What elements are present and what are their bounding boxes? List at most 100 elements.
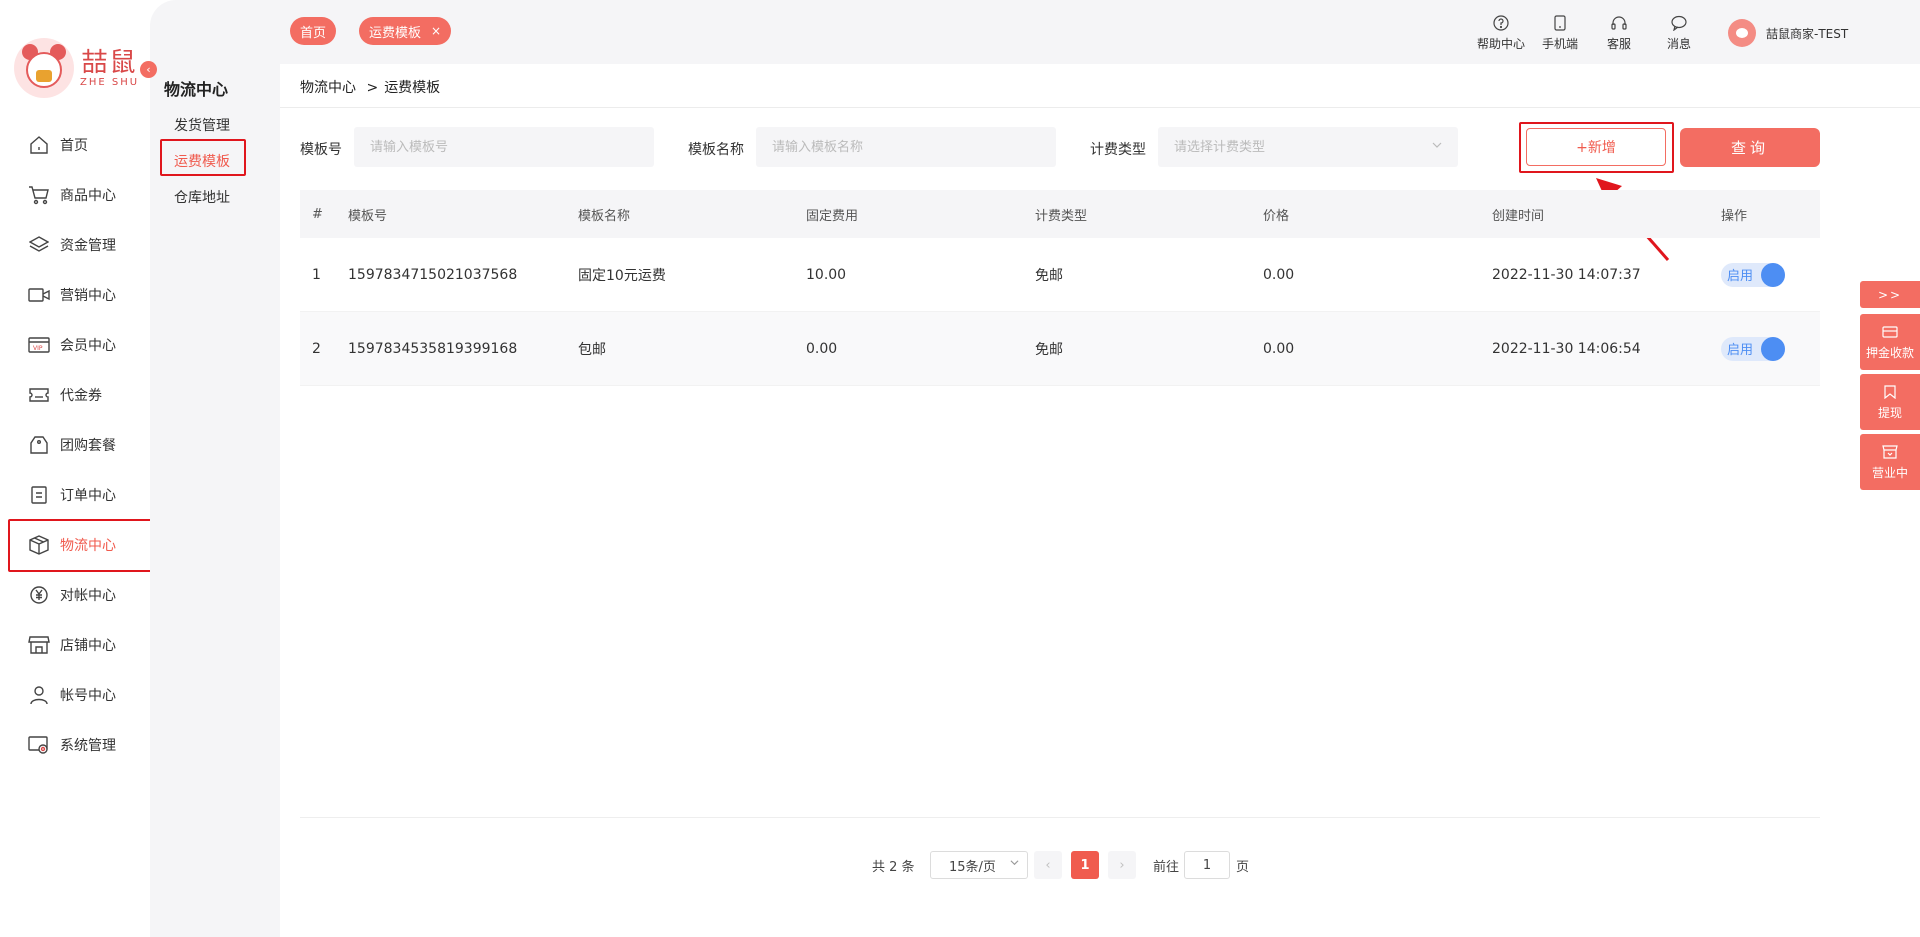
business-status-button[interactable]: 营业中: [1860, 434, 1920, 490]
toggle-knob: [1761, 336, 1785, 361]
table-bottom-border: [300, 817, 1820, 818]
menu-item-label: 代金券: [60, 388, 102, 404]
cell-fixed-fee: 0.00: [806, 340, 838, 357]
status-toggle[interactable]: 启用: [1721, 262, 1785, 287]
menu-item-orders[interactable]: 订单中心: [0, 470, 150, 520]
tool-label: 消息: [1667, 37, 1692, 51]
float-item-label: 押金收款: [1865, 345, 1914, 360]
menu-item-reconcile[interactable]: 对帐中心: [0, 570, 150, 620]
user-menu[interactable]: 喆鼠商家-TEST: [1728, 19, 1848, 47]
subnav-item-warehouse[interactable]: 仓库地址: [174, 187, 230, 207]
message-icon: [1670, 14, 1688, 32]
menu-item-members[interactable]: VIP 会员中心: [0, 320, 150, 370]
chevron-left-icon: ‹: [1045, 857, 1051, 873]
breadcrumb-separator: >: [366, 80, 379, 96]
menu-item-group-buy[interactable]: 团购套餐: [0, 420, 150, 470]
video-icon: [28, 284, 50, 306]
help-icon: [1492, 14, 1510, 32]
chevron-down-icon: [1432, 140, 1442, 150]
menu-item-home[interactable]: 首页: [0, 120, 150, 170]
close-icon[interactable]: ×: [431, 24, 441, 38]
highlight-box-add: [1519, 122, 1674, 173]
logo-subtitle: ZHE SHU: [80, 76, 140, 88]
shop-open-icon: [1882, 444, 1898, 460]
query-button[interactable]: 查询: [1680, 128, 1820, 167]
order-icon: [28, 484, 50, 506]
goto-page-input[interactable]: 1: [1184, 851, 1230, 879]
cell-billing-type: 免邮: [1035, 341, 1063, 358]
cell-created-time: 2022-11-30 14:06:54: [1492, 340, 1641, 357]
menu-item-label: 资金管理: [60, 238, 116, 254]
breadcrumb-parent[interactable]: 物流中心: [300, 80, 356, 96]
mouse-logo-icon: [14, 38, 74, 98]
headset-icon: [1610, 14, 1628, 32]
pagination-total: 共 2 条: [872, 859, 915, 875]
menu-item-label: 帐号中心: [60, 688, 116, 704]
breadcrumb-current: 运费模板: [384, 80, 441, 96]
page-size-select[interactable]: 15条/页: [930, 851, 1028, 879]
user-name: 喆鼠商家-TEST: [1766, 26, 1849, 41]
template-no-input[interactable]: [354, 127, 654, 167]
phone-icon: [1551, 14, 1569, 32]
float-item-label: 营业中: [1871, 465, 1908, 480]
cell-template-no: 1597834715021037568: [348, 266, 518, 283]
menu-item-vouchers[interactable]: 代金券: [0, 370, 150, 420]
menu-item-products[interactable]: 商品中心: [0, 170, 150, 220]
float-item-label: 提现: [1877, 405, 1902, 420]
tab-label: 运费模板: [369, 25, 422, 41]
collapse-sidebar-button[interactable]: ‹: [140, 61, 157, 78]
help-center-button[interactable]: 帮助中心: [1477, 14, 1525, 52]
template-name-label: 模板名称: [688, 142, 744, 158]
menu-item-marketing[interactable]: 营销中心: [0, 270, 150, 320]
highlight-box-logistics: [8, 519, 152, 572]
menu-item-label: 系统管理: [60, 738, 116, 754]
menu-item-account[interactable]: 帐号中心: [0, 670, 150, 720]
ticket-icon: [28, 384, 50, 406]
user-icon: [28, 684, 50, 706]
top-bar: 首页 运费模板 × 帮助中心 手机端 客服 消息: [280, 0, 1920, 64]
cart-icon: [28, 184, 50, 206]
menu-item-system[interactable]: 系统管理: [0, 720, 150, 770]
column-header: 创建时间: [1492, 208, 1545, 224]
template-name-input[interactable]: [756, 127, 1056, 167]
page-button-1[interactable]: 1: [1071, 851, 1099, 879]
menu-item-funds[interactable]: 资金管理: [0, 220, 150, 270]
table-row: 2 1597834535819399168 包邮 0.00 免邮 0.00 20…: [300, 312, 1820, 386]
deposit-collection-button[interactable]: 押金收款: [1860, 314, 1920, 370]
float-panel-toggle[interactable]: >>: [1860, 281, 1920, 308]
cell-template-no: 1597834535819399168: [348, 340, 518, 357]
column-header: 计费类型: [1035, 208, 1088, 224]
svg-text:VIP: VIP: [33, 345, 43, 352]
cell-created-time: 2022-11-30 14:07:37: [1492, 266, 1641, 283]
sub-sidebar: 物流中心 发货管理 运费模板 仓库地址: [150, 0, 280, 937]
tool-label: 手机端: [1542, 37, 1579, 51]
status-toggle[interactable]: 启用: [1721, 336, 1785, 361]
column-header: 模板名称: [578, 208, 631, 224]
billing-type-select[interactable]: [1158, 127, 1458, 167]
yuan-icon: [28, 584, 50, 606]
subnav-item-shipping[interactable]: 发货管理: [174, 115, 230, 135]
menu-item-store[interactable]: 店铺中心: [0, 620, 150, 670]
store-icon: [28, 634, 50, 656]
messages-button[interactable]: 消息: [1667, 14, 1691, 52]
next-page-button[interactable]: ›: [1108, 851, 1136, 879]
column-header: #: [312, 206, 323, 222]
cell-price: 0.00: [1263, 340, 1295, 357]
prev-page-button[interactable]: ‹: [1034, 851, 1062, 879]
chevron-down-icon: [1010, 858, 1019, 870]
customer-service-button[interactable]: 客服: [1607, 14, 1631, 52]
main-sidebar: 喆鼠 ZHE SHU 首页 商品中心 资金管理 营销中心 VIP 会员中心 代金…: [0, 0, 152, 937]
cell-template-name: 包邮: [578, 341, 606, 358]
tab-home[interactable]: 首页: [290, 17, 337, 45]
toggle-label: 启用: [1727, 269, 1754, 284]
mobile-button[interactable]: 手机端: [1542, 14, 1578, 52]
page-size-value: 15条/页: [949, 859, 996, 875]
subnav-title: 物流中心: [164, 80, 229, 99]
breadcrumb: 物流中心 > 运费模板: [300, 77, 440, 97]
tab-freight-template[interactable]: 运费模板 ×: [359, 17, 452, 45]
toggle-label: 启用: [1727, 343, 1754, 358]
withdraw-button[interactable]: 提现: [1860, 374, 1920, 430]
menu-item-label: 对帐中心: [60, 588, 116, 604]
menu-item-label: 店铺中心: [60, 638, 116, 654]
chevron-left-icon: ‹: [146, 63, 151, 76]
